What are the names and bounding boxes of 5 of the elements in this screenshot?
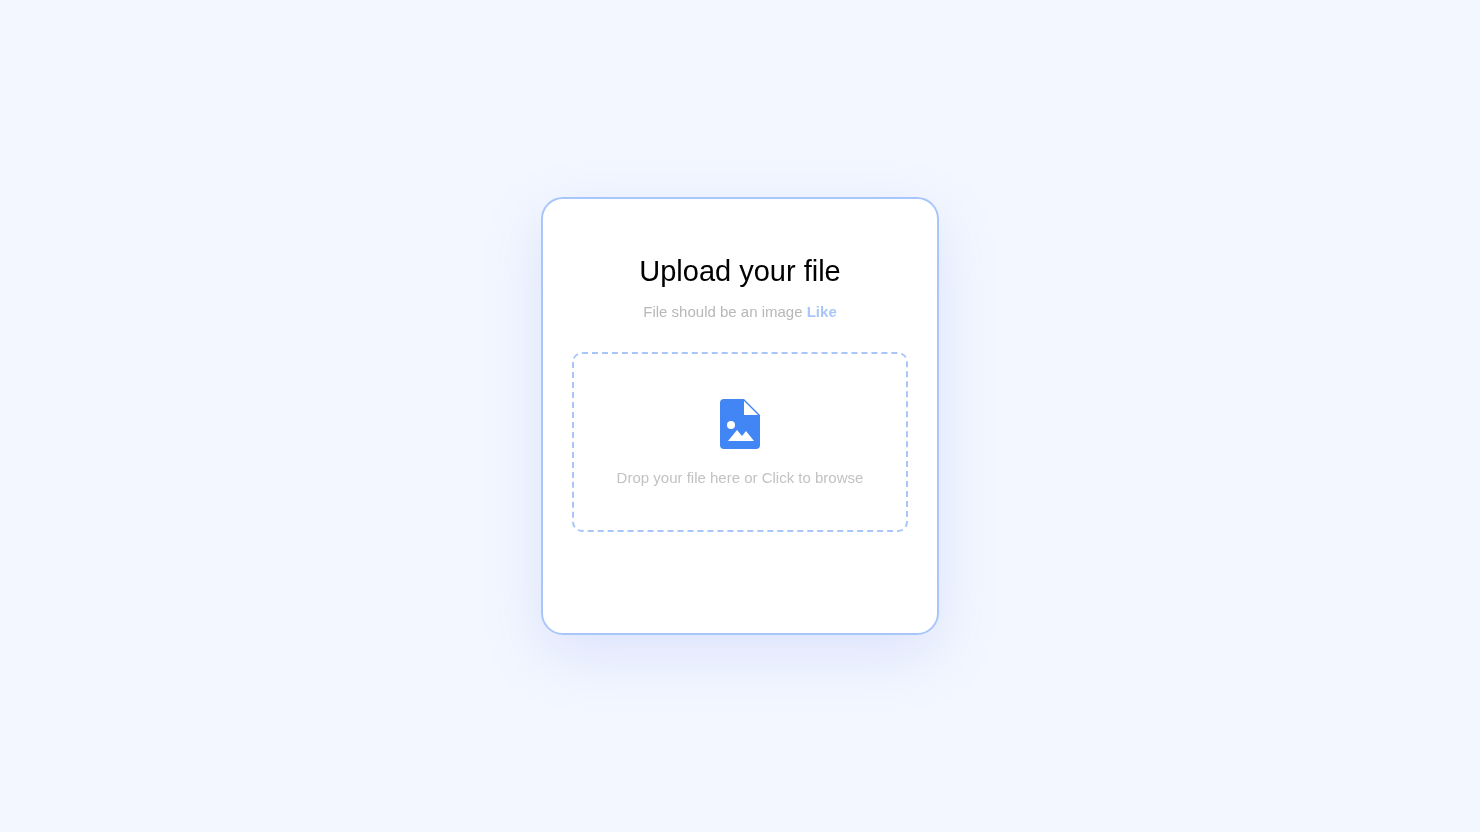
drop-zone[interactable]: Drop your file here or Click to browse: [572, 351, 908, 532]
card-title: Upload your file: [639, 254, 841, 289]
image-file-icon: [720, 399, 760, 450]
drop-instructions: Drop your file here or Click to browse: [616, 468, 864, 489]
card-subtitle: File should be an image Like: [643, 302, 837, 322]
